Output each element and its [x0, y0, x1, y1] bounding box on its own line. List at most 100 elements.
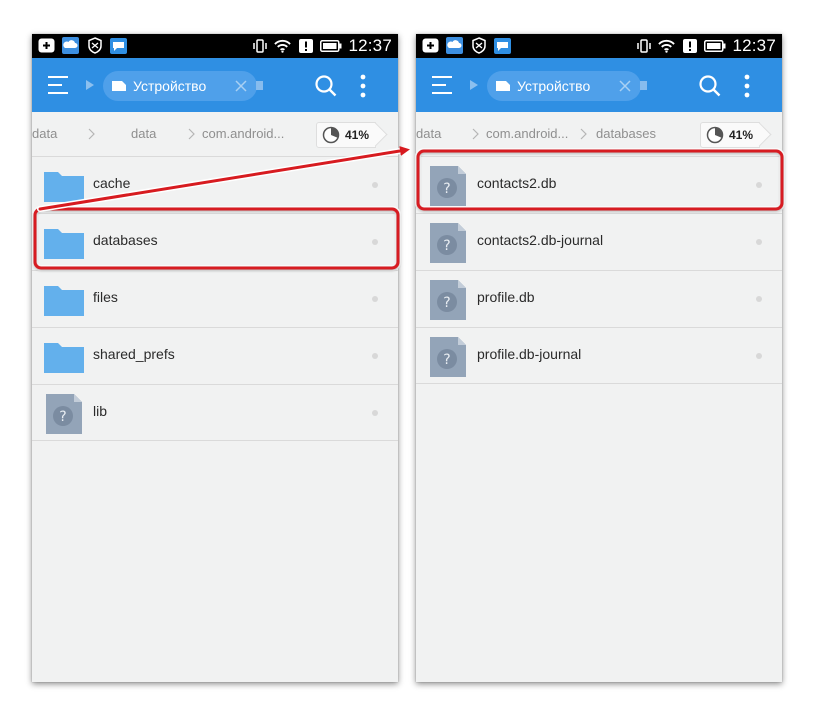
clock: 12:37	[732, 36, 776, 55]
chevron-right-icon	[88, 127, 96, 140]
svg-text:?: ?	[443, 181, 450, 197]
file-name: cache	[93, 175, 131, 191]
arrow-icon	[467, 78, 481, 92]
list-item-cache[interactable]: cache	[32, 156, 398, 213]
chevron-right-icon	[580, 127, 588, 140]
battery-icon	[320, 38, 342, 55]
close-icon[interactable]	[234, 79, 248, 93]
item-dot	[756, 296, 762, 302]
list-item-contacts2-db[interactable]: ? contacts2.db	[416, 156, 782, 213]
arrow-icon	[83, 78, 97, 92]
tab-label: Устройство	[517, 78, 591, 94]
battery-icon	[704, 38, 726, 55]
item-dot	[372, 182, 378, 188]
folder-icon	[44, 223, 84, 261]
status-bar: 12:37	[416, 34, 782, 58]
storage-usage-badge[interactable]: 41%	[700, 122, 760, 148]
item-dot	[756, 239, 762, 245]
folder-icon	[44, 166, 84, 204]
weather-cloud-icon	[62, 37, 79, 54]
weather-cloud-icon	[446, 37, 463, 54]
item-dot	[372, 410, 378, 416]
shield-icon	[470, 37, 487, 54]
breadcrumb-item[interactable]: com.android...	[486, 126, 568, 141]
file-name: files	[93, 289, 118, 305]
add-box-icon	[422, 37, 439, 54]
item-dot	[372, 353, 378, 359]
unknown-file-icon: ?	[428, 223, 468, 263]
svg-text:?: ?	[443, 238, 450, 254]
storage-usage-text: 41%	[345, 128, 370, 142]
menu-icon[interactable]	[46, 74, 70, 96]
list-item-files[interactable]: files	[32, 270, 398, 327]
list-item-shared-prefs[interactable]: shared_prefs	[32, 327, 398, 384]
file-name: lib	[93, 403, 108, 419]
svg-text:?: ?	[443, 295, 450, 311]
list-item-lib[interactable]: ? lib	[32, 384, 398, 441]
menu-icon[interactable]	[430, 74, 454, 96]
list-item-profile-db-journal[interactable]: ? profile.db-journal	[416, 327, 782, 384]
item-dot	[372, 296, 378, 302]
device-icon	[495, 79, 511, 93]
svg-text:?: ?	[443, 352, 450, 368]
storage-usage-badge[interactable]: 41%	[316, 122, 376, 148]
file-list: cache databases files shared_prefs ? lib	[32, 156, 398, 441]
unknown-file-icon: ?	[428, 337, 468, 377]
svg-text:?: ?	[59, 409, 66, 425]
list-item-contacts2-db-journal[interactable]: ? contacts2.db-journal	[416, 213, 782, 270]
breadcrumb-item[interactable]: databases	[596, 126, 656, 141]
file-name: contacts2.db-journal	[477, 232, 604, 248]
toolbar: Устройство	[32, 58, 398, 112]
file-name: contacts2.db	[477, 175, 557, 191]
wifi-icon	[274, 38, 292, 55]
tab-label: Устройство	[133, 78, 207, 94]
pie-chart-icon	[706, 126, 724, 144]
toolbar: Устройство	[416, 58, 782, 112]
unknown-file-icon: ?	[428, 280, 468, 320]
tab-marker	[640, 81, 647, 90]
folder-icon	[44, 337, 84, 375]
breadcrumb-item[interactable]: com.android...	[202, 126, 284, 141]
tab-device[interactable]: Устройство	[487, 71, 641, 101]
chevron-right-icon	[472, 127, 480, 140]
device-icon	[111, 79, 127, 93]
wifi-icon	[658, 38, 676, 55]
close-icon[interactable]	[618, 79, 632, 93]
right-file-manager-panel: 12:37 Устройство data com.android... dat…	[416, 34, 782, 682]
vibrate-icon	[635, 38, 652, 55]
list-item-profile-db[interactable]: ? profile.db	[416, 270, 782, 327]
alert-icon	[681, 38, 698, 55]
file-name: profile.db	[477, 289, 535, 305]
pie-chart-icon	[322, 126, 340, 144]
tab-marker	[256, 81, 263, 90]
list-item-databases[interactable]: databases	[32, 213, 398, 270]
vibrate-icon	[251, 38, 268, 55]
storage-usage-text: 41%	[729, 128, 754, 142]
add-box-icon	[38, 37, 55, 54]
unknown-file-icon: ?	[428, 166, 468, 206]
item-dot	[756, 182, 762, 188]
item-dot	[756, 353, 762, 359]
alert-icon	[297, 38, 314, 55]
item-dot	[372, 239, 378, 245]
breadcrumb: data data com.android... 41%	[32, 112, 398, 156]
status-bar: 12:37	[32, 34, 398, 58]
chevron-right-icon	[188, 127, 196, 140]
tab-device[interactable]: Устройство	[103, 71, 257, 101]
more-vert-icon[interactable]	[740, 73, 754, 99]
breadcrumb-item[interactable]: data	[416, 126, 441, 141]
chat-bubble-icon	[494, 37, 511, 54]
unknown-file-icon: ?	[44, 394, 84, 434]
clock: 12:37	[348, 36, 392, 55]
file-name: databases	[93, 232, 158, 248]
breadcrumb-item[interactable]: data	[131, 126, 156, 141]
file-list: ? contacts2.db ? contacts2.db-journal ? …	[416, 156, 782, 384]
search-icon[interactable]	[314, 74, 338, 98]
shield-icon	[86, 37, 103, 54]
breadcrumb: data com.android... databases 41%	[416, 112, 782, 156]
file-name: shared_prefs	[93, 346, 175, 362]
more-vert-icon[interactable]	[356, 73, 370, 99]
breadcrumb-item[interactable]: data	[32, 126, 57, 141]
search-icon[interactable]	[698, 74, 722, 98]
chat-bubble-icon	[110, 37, 127, 54]
